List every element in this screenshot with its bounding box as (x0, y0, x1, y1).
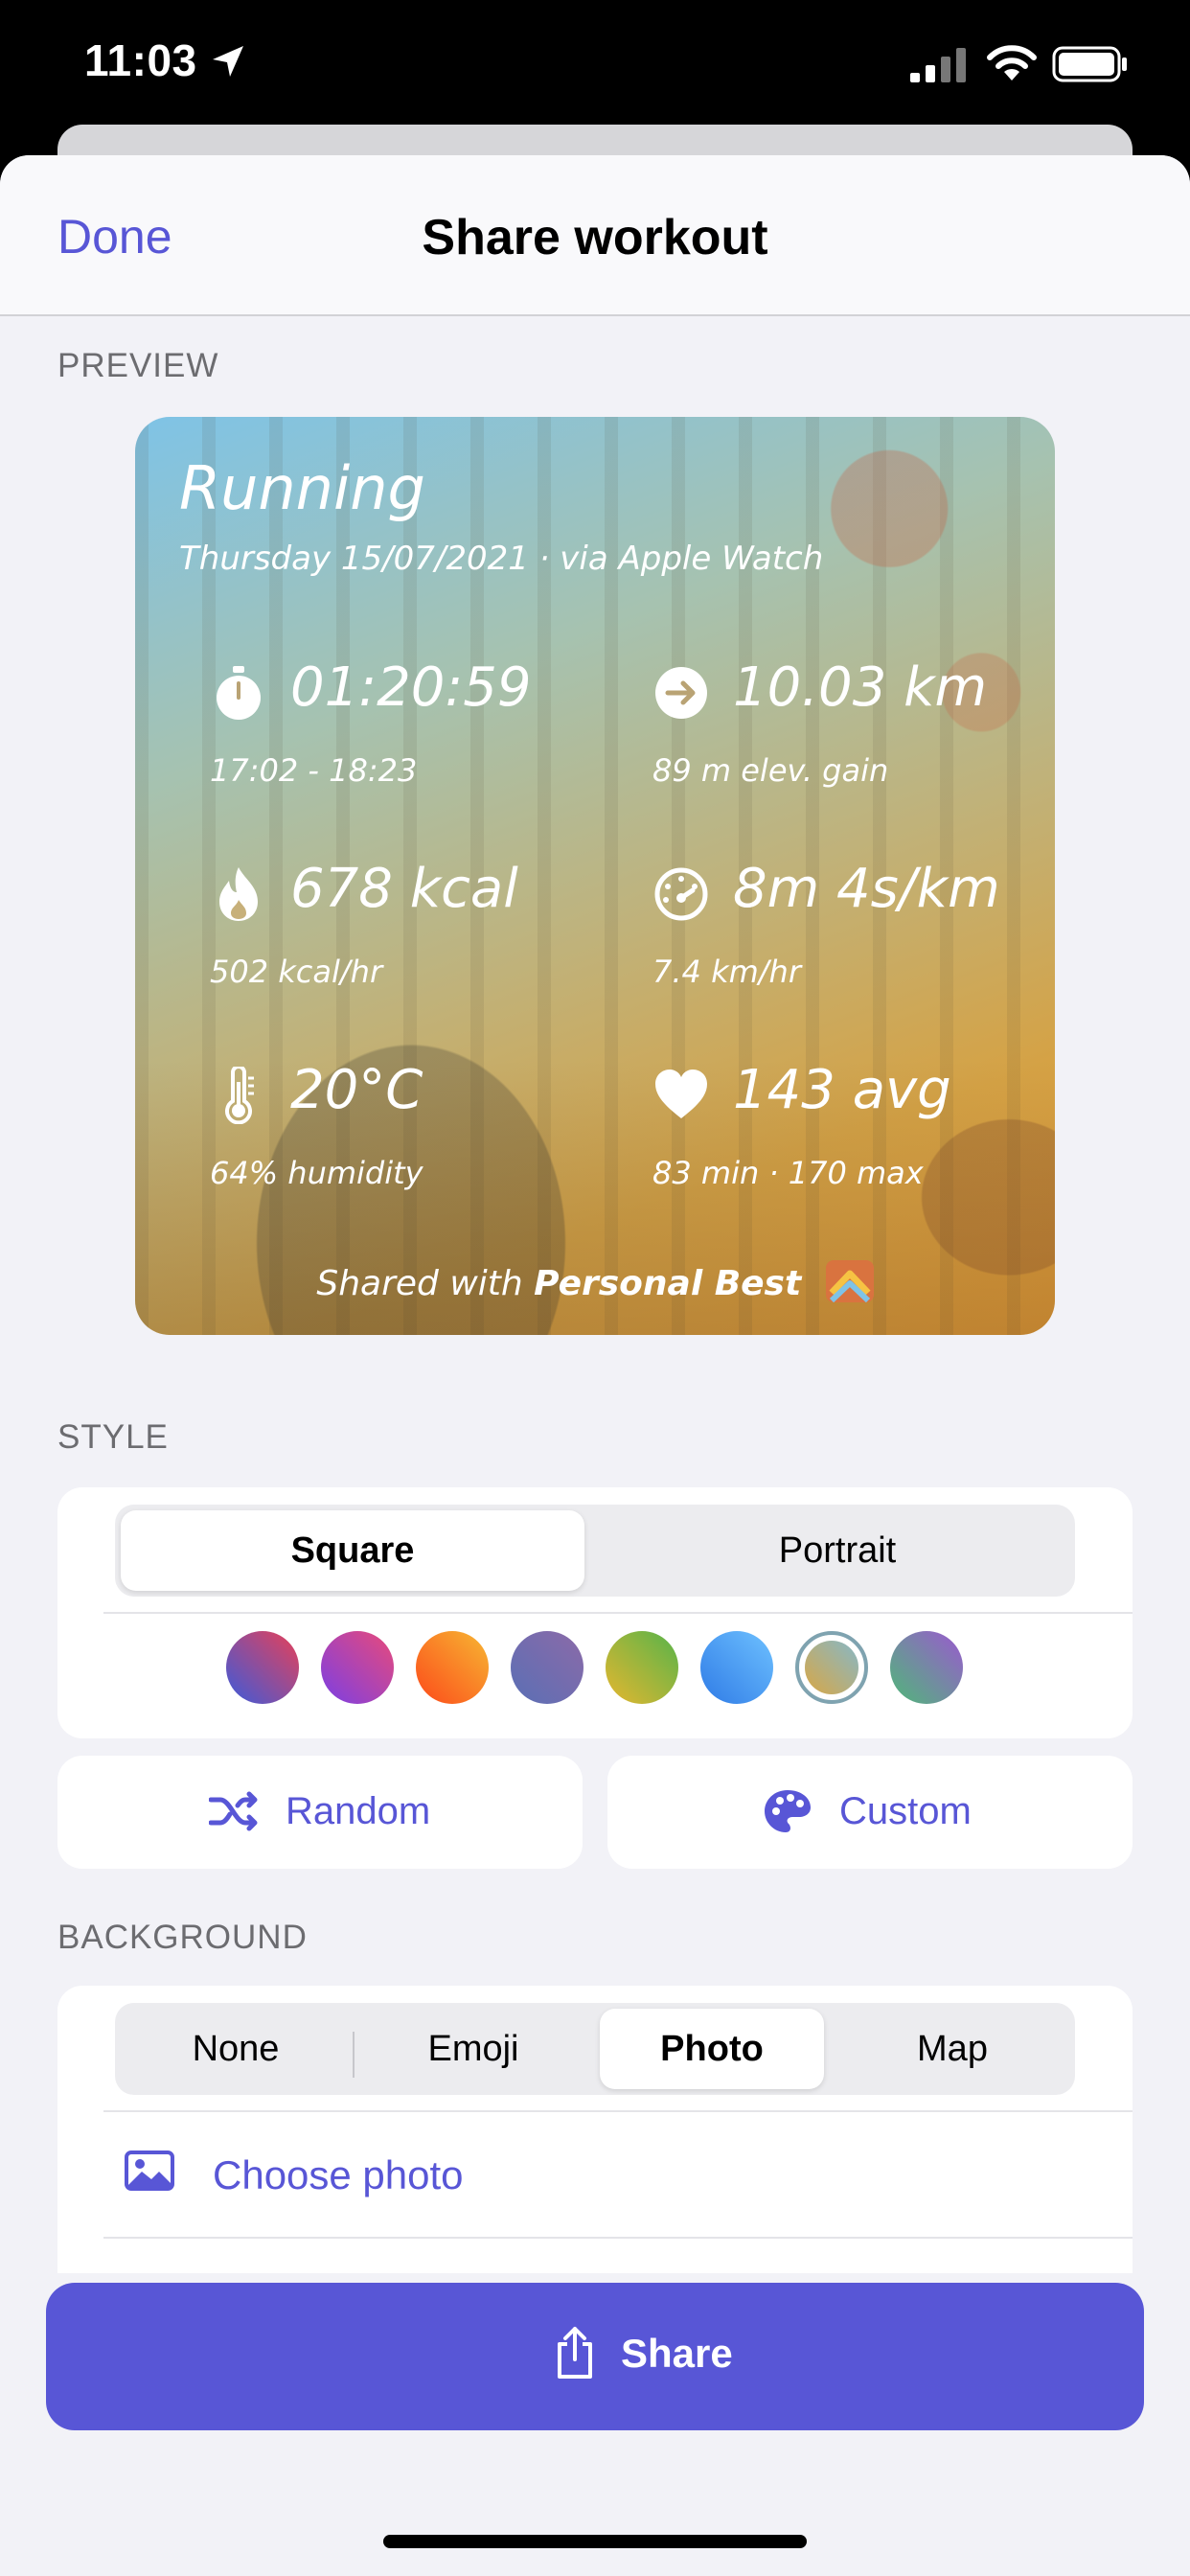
stat-main-value: 8m 4s/km (733, 858, 1000, 920)
segment-photo[interactable]: Photo (600, 2009, 824, 2089)
share-button[interactable]: Share (46, 2283, 1144, 2430)
style-section-label: STYLE (57, 1418, 169, 1456)
workout-preview-card: Running Thursday 15/07/2021 · via Apple … (135, 417, 1055, 1335)
stat-main-value: 20°C (290, 1059, 423, 1121)
color-swatch-4[interactable] (511, 1631, 584, 1704)
random-label: Random (286, 1790, 431, 1832)
stat-sub-value: 83 min · 170 max (652, 1155, 924, 1191)
speedometer-icon (654, 867, 708, 921)
shared-with-footer: Shared with Personal Best (135, 1260, 1055, 1303)
color-swatch-2[interactable] (321, 1631, 394, 1704)
random-button[interactable]: Random (57, 1756, 583, 1869)
segment-portrait[interactable]: Portrait (606, 1510, 1069, 1591)
color-swatch-1[interactable] (226, 1631, 299, 1704)
arrow-right-circle-icon (655, 667, 707, 719)
stat-main-value: 143 avg (733, 1059, 951, 1121)
stopwatch-icon (217, 666, 261, 720)
stat-main-value: 10.03 km (733, 656, 988, 719)
photo-icon (125, 2150, 174, 2191)
segment-square[interactable]: Square (121, 1510, 584, 1591)
personal-best-logo-icon (825, 1260, 874, 1302)
screen: 11:03 Done Share workout PREVIEW Running… (0, 0, 1190, 2576)
segment-divider (353, 2032, 355, 2078)
color-swatch-3[interactable] (416, 1631, 489, 1704)
workout-date: Thursday 15/07/2021 · via Apple Watch (179, 540, 824, 578)
nav-bar: Done Share workout (0, 155, 1190, 316)
stat-sub-value: 89 m elev. gain (652, 752, 889, 789)
palette-icon (765, 1790, 811, 1832)
thermometer-icon (225, 1067, 254, 1124)
stat-sub-value: 502 kcal/hr (210, 954, 383, 990)
footer-prefix: Shared with (316, 1264, 523, 1303)
stat-sub-value: 17:02 - 18:23 (210, 752, 418, 789)
color-swatch-5[interactable] (606, 1631, 678, 1704)
status-time: 11:03 (84, 35, 197, 85)
stat-sub-value: 64% humidity (210, 1155, 423, 1191)
custom-button[interactable]: Custom (607, 1756, 1133, 1869)
divider (103, 1612, 1133, 1614)
layout-segmented-control: Square Portrait (115, 1505, 1075, 1597)
custom-label: Custom (839, 1790, 972, 1832)
segment-none[interactable]: None (121, 2009, 351, 2089)
background-section-label: BACKGROUND (57, 1919, 308, 1956)
home-indicator (383, 2535, 807, 2548)
preview-section-label: PREVIEW (57, 347, 219, 384)
stat-main-value: 678 kcal (290, 858, 518, 920)
shuffle-icon (209, 1791, 258, 1831)
cellular-signal-icon (910, 48, 966, 82)
page-title: Share workout (422, 210, 768, 265)
divider (103, 2110, 1133, 2112)
stat-sub-value: 7.4 km/hr (652, 954, 801, 990)
segment-emoji[interactable]: Emoji (358, 2009, 588, 2089)
choose-photo-button[interactable]: Choose photo (213, 2152, 464, 2198)
flame-icon (219, 867, 258, 921)
battery-icon (1052, 46, 1127, 82)
segment-map[interactable]: Map (837, 2009, 1067, 2089)
location-arrow-icon (213, 46, 243, 77)
share-sheet: Done Share workout PREVIEW Running Thurs… (0, 155, 1190, 2576)
stat-main-value: 01:20:59 (290, 656, 532, 719)
share-label: Share (621, 2331, 733, 2376)
footer-app-name: Personal Best (534, 1264, 802, 1303)
status-bar: 11:03 (0, 0, 1190, 125)
wifi-icon (987, 45, 1037, 80)
color-swatch-7-selected[interactable] (805, 1641, 858, 1694)
color-swatch-6[interactable] (700, 1631, 773, 1704)
divider (103, 2237, 1133, 2239)
activity-title: Running (179, 453, 425, 523)
heart-icon (655, 1070, 707, 1118)
share-icon (558, 2327, 592, 2379)
color-swatch-8[interactable] (890, 1631, 963, 1704)
style-card: Square Portrait (57, 1487, 1133, 1738)
background-segmented-control: None Emoji Photo Map (115, 2003, 1075, 2095)
